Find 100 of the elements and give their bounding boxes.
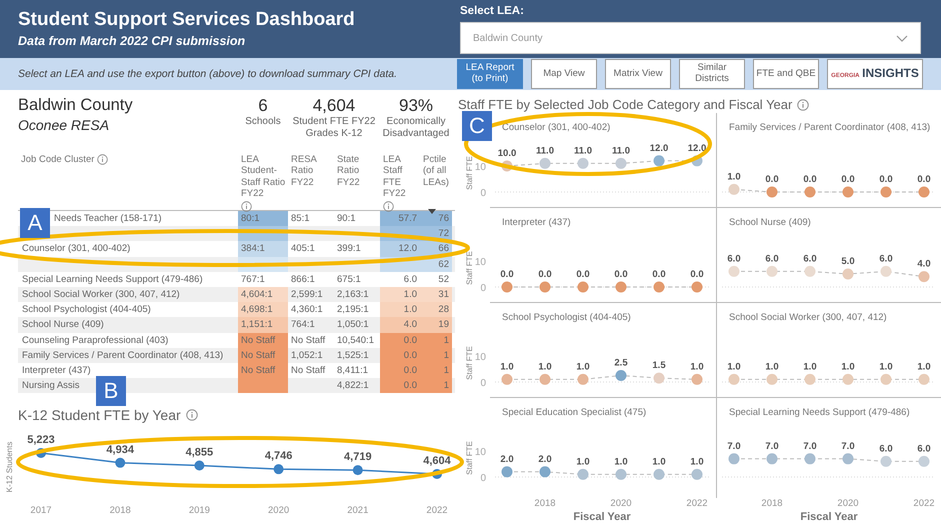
axis-tick-label: 10 <box>474 162 486 173</box>
table-cell: Counselor (301, 400-402) <box>22 243 130 254</box>
axis-tick-label: 0 <box>480 378 486 389</box>
info-icon <box>186 409 198 422</box>
data-label: 0.0 <box>614 269 628 280</box>
axis-tick-label: 2019 <box>188 505 210 516</box>
table-cell: 866:1 <box>291 274 315 285</box>
table-cell: 6.0 <box>404 274 417 285</box>
nav-button[interactable]: LEA Report (to Print) <box>457 59 523 89</box>
data-label: 12.0 <box>650 142 668 154</box>
table-cell: Family Services / Parent Coordinator (408, 413) <box>22 350 224 361</box>
data-label: 5,223 <box>27 434 55 446</box>
data-label: 2.5 <box>614 358 628 368</box>
axis-tick-label: 0 <box>480 283 486 294</box>
data-label: 0.0 <box>841 174 855 185</box>
table-cell: 28 <box>438 304 449 316</box>
data-label: 0.0 <box>917 174 931 185</box>
column-header: Pctile (of all LEAs) <box>423 154 450 188</box>
nav-button[interactable]: Map View <box>531 59 597 89</box>
axis-label: Fiscal Year <box>800 511 858 523</box>
axis-label: Staff FTE <box>465 251 474 285</box>
axis-tick-label: 2018 <box>761 498 783 509</box>
data-point <box>352 465 363 476</box>
data-label: 1.0 <box>841 361 855 372</box>
axis-tick-label: 2022 <box>913 498 935 509</box>
select-label: Select LEA: <box>460 5 525 17</box>
nav-button[interactable]: Similar Districts <box>679 59 745 89</box>
table-cell: 1.0 <box>404 304 417 316</box>
chart-title: Family Services / Parent Coordinator (408, 413) <box>729 122 930 133</box>
data-label: 7.0 <box>841 440 855 452</box>
data-label: 1.0 <box>917 361 931 372</box>
axis-label: Staff FTE <box>465 346 474 380</box>
stat-label: Economically Disadvantaged <box>382 116 450 140</box>
table-cell: 4,698:1 <box>241 304 273 316</box>
data-label: 0.0 <box>690 269 704 280</box>
data-label: 0.0 <box>879 174 893 185</box>
table-cell: 1 <box>444 380 449 392</box>
data-label: 1.0 <box>576 456 590 468</box>
chart-title: Special Learning Needs Support (479-486) <box>729 407 910 418</box>
table-cell: 1,052:1 <box>291 350 323 361</box>
data-label: 0.0 <box>576 269 590 280</box>
axis-tick-label: 2020 <box>837 498 859 509</box>
data-label: 0.0 <box>500 269 514 280</box>
data-label: 1.0 <box>727 171 741 182</box>
instruction-text: Select an LEA and use the export button (above) to download summary CPI data. <box>17 68 398 80</box>
data-label: 0.0 <box>765 174 779 185</box>
data-label: 6.0 <box>879 253 893 264</box>
data-point <box>36 448 46 458</box>
data-label: 4,934 <box>106 444 134 456</box>
data-label: 4,855 <box>186 446 214 459</box>
info-icon <box>797 98 810 110</box>
table-cell: 31 <box>438 288 449 300</box>
stat-value: 6 <box>257 96 269 116</box>
data-label: 0.0 <box>652 269 666 280</box>
table-cell: School Nurse (409) <box>22 319 104 330</box>
axis-tick-label: 10 <box>474 352 486 363</box>
data-label: 4.0 <box>917 258 931 270</box>
data-label: 1.0 <box>690 456 704 468</box>
data-label: 7.0 <box>765 440 779 452</box>
table-cell: 85:1 <box>291 213 310 224</box>
table-cell: 57.7 <box>398 213 417 224</box>
nav-button[interactable]: FTE and QBE <box>753 59 819 89</box>
chart-title: School Nurse (409) <box>729 217 811 228</box>
axis-tick-label: 10 <box>474 447 486 458</box>
table-cell: 12.0 <box>398 243 417 254</box>
lea-dropdown[interactable]: Baldwin County <box>460 22 921 54</box>
data-label: 2.0 <box>500 454 514 465</box>
data-label: 1.0 <box>690 361 704 372</box>
column-header: LEA Staff FTE FY22 <box>383 154 407 200</box>
data-point <box>115 458 126 468</box>
table-cell: School Psychologist (404-405) <box>22 304 151 316</box>
data-label: 6.0 <box>765 253 779 264</box>
table-cell: 8,411:1 <box>337 364 368 376</box>
table-cell: Counseling Paraprofessional (403) <box>22 334 168 346</box>
table-cell: No Staff <box>241 334 276 346</box>
nav-button[interactable]: Matrix View <box>605 59 671 89</box>
axis-tick-label: 2022 <box>426 505 448 516</box>
data-label: 6.0 <box>727 253 741 264</box>
table-cell: 1 <box>444 364 449 376</box>
data-label: 4,746 <box>264 450 292 462</box>
table-cell: 72 <box>438 228 449 240</box>
chevron-down-icon <box>896 34 908 42</box>
table-cell: 1 <box>444 350 449 361</box>
table-cell: Needs Teacher (158-171) <box>54 213 162 224</box>
axis-label: Fiscal Year <box>573 511 631 523</box>
table-cell: 52 <box>438 274 449 285</box>
table-cell: 1,151:1 <box>241 319 273 330</box>
data-label: 1.0 <box>538 361 552 372</box>
table-cell: Special Learning Needs Support (479-486) <box>22 274 203 285</box>
dashboard-subtitle: Data from March 2022 CPI submission <box>18 34 246 48</box>
table-cell: 1 <box>444 334 449 346</box>
data-label: 11.0 <box>612 145 630 156</box>
table-cell: 405:1 <box>291 243 315 254</box>
axis-tick-label: 2022 <box>686 498 708 509</box>
data-label: 1.0 <box>614 456 628 468</box>
table-cell: 1,050:1 <box>337 319 369 330</box>
table-cell: 0.0 <box>404 364 417 376</box>
table-cell: 0.0 <box>404 334 417 346</box>
sort-icon[interactable] <box>428 208 436 214</box>
axis-tick-label: 2020 <box>268 505 290 516</box>
